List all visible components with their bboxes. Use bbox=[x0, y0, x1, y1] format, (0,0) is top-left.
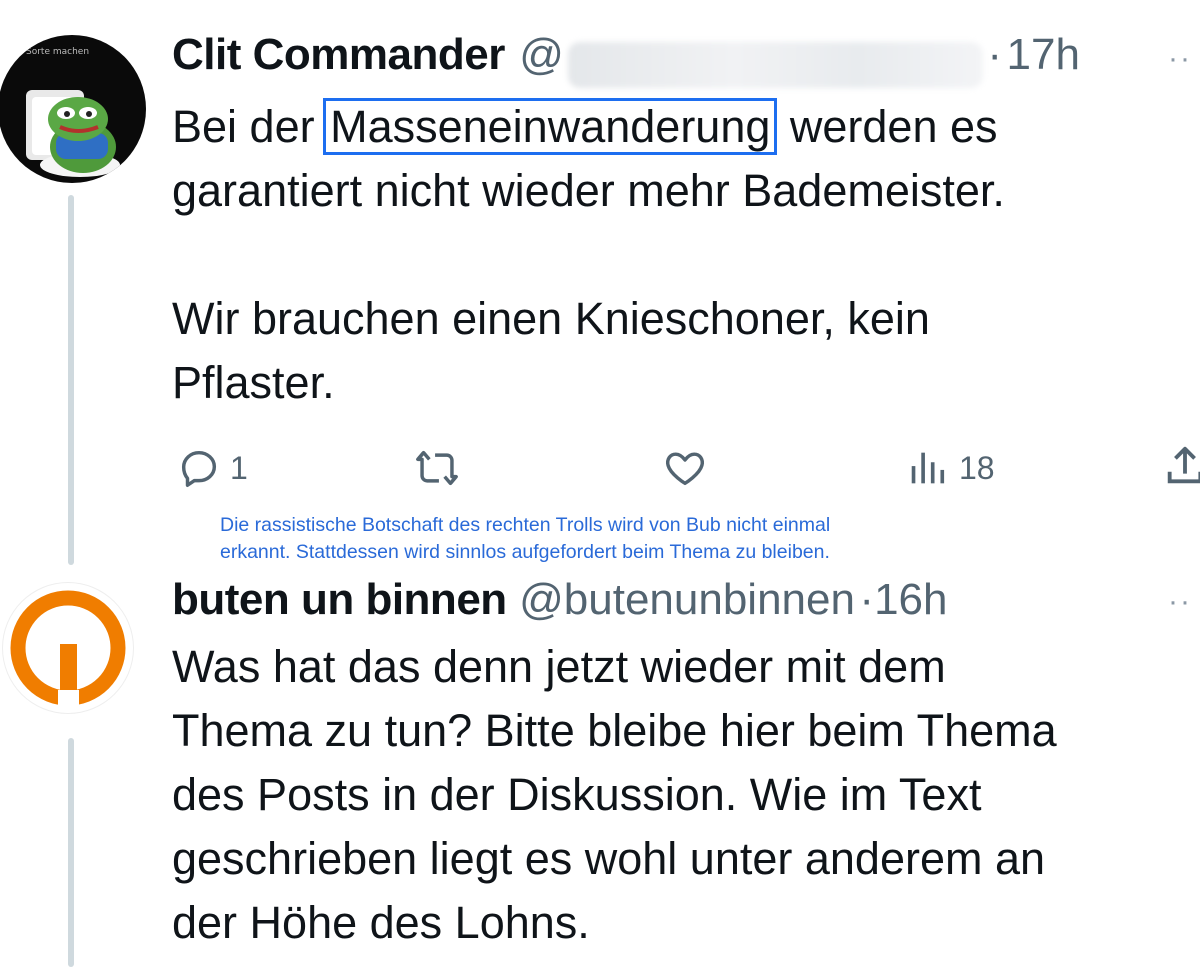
more-icon[interactable]: ·· bbox=[1168, 585, 1192, 619]
text-line: garantiert nicht wieder mehr Bademeister… bbox=[172, 165, 1005, 216]
separator: · bbox=[987, 30, 1003, 79]
author-name[interactable]: buten un binnen bbox=[172, 575, 507, 624]
thread-line bbox=[68, 195, 74, 565]
share-button[interactable] bbox=[1165, 443, 1200, 489]
tweet-text: Was hat das denn jetzt wieder mit dem Th… bbox=[172, 635, 1192, 955]
text-segment: werden es bbox=[777, 101, 998, 152]
views-count: 18 bbox=[959, 449, 995, 486]
tweet-text: Bei der Masseneinwanderung werden es gar… bbox=[172, 95, 1182, 415]
buten-un-binnen-logo-icon bbox=[10, 590, 126, 708]
text-line: Was hat das denn jetzt wieder mit dem bbox=[172, 641, 946, 692]
annotation-text: Die rassistische Botschaft des rechten T… bbox=[220, 512, 1050, 566]
avatar-buten-un-binnen[interactable] bbox=[2, 582, 134, 714]
text-line: Pflaster. bbox=[172, 357, 335, 408]
text-line: des Posts in der Diskussion. Wie im Text bbox=[172, 769, 982, 820]
avatar-clit-commander[interactable]: Sorte machen bbox=[0, 35, 146, 183]
like-icon bbox=[666, 452, 704, 486]
author-handle-prefix[interactable]: @ bbox=[519, 30, 564, 79]
author-handle[interactable]: @butenunbinnen bbox=[519, 575, 855, 624]
separator: · bbox=[859, 575, 875, 624]
text-line: Wir brauchen einen Knieschoner, kein bbox=[172, 293, 930, 344]
text-line: geschrieben liegt es wohl unter anderem … bbox=[172, 833, 1046, 884]
annotation-line: erkannt. Stattdessen wird sinnlos aufgef… bbox=[220, 541, 830, 563]
more-icon[interactable]: ·· bbox=[1168, 42, 1192, 76]
reply-button[interactable]: 1 bbox=[176, 445, 248, 491]
share-icon bbox=[1167, 446, 1200, 484]
text-line: Thema zu tun? Bitte bleibe hier beim The… bbox=[172, 705, 1057, 756]
reply-count: 1 bbox=[230, 449, 248, 486]
highlighted-word: Masseneinwanderung bbox=[323, 98, 778, 155]
timestamp[interactable]: 16h bbox=[874, 575, 947, 624]
redacted-handle bbox=[567, 41, 983, 88]
timestamp[interactable]: 17h bbox=[1007, 30, 1080, 79]
avatar-caption: Sorte machen bbox=[26, 47, 90, 57]
retweet-icon bbox=[416, 450, 458, 486]
author-name[interactable]: Clit Commander bbox=[172, 30, 505, 79]
like-button[interactable] bbox=[660, 445, 710, 491]
thread-line bbox=[68, 738, 74, 967]
tweet-header: buten un binnen @butenunbinnen ·16h bbox=[172, 575, 948, 625]
pepe-avatar-icon bbox=[26, 90, 120, 177]
reply-icon bbox=[181, 450, 217, 487]
retweet-button[interactable] bbox=[413, 445, 461, 491]
annotation-line: Die rassistische Botschaft des rechten T… bbox=[220, 514, 831, 536]
views-icon bbox=[911, 452, 945, 484]
text-line: der Höhe des Lohns. bbox=[172, 897, 590, 948]
views-button[interactable]: 18 bbox=[905, 445, 995, 491]
tweet-header: Clit Commander @ · 17h bbox=[172, 30, 1080, 88]
text-segment: Bei der bbox=[172, 101, 328, 152]
